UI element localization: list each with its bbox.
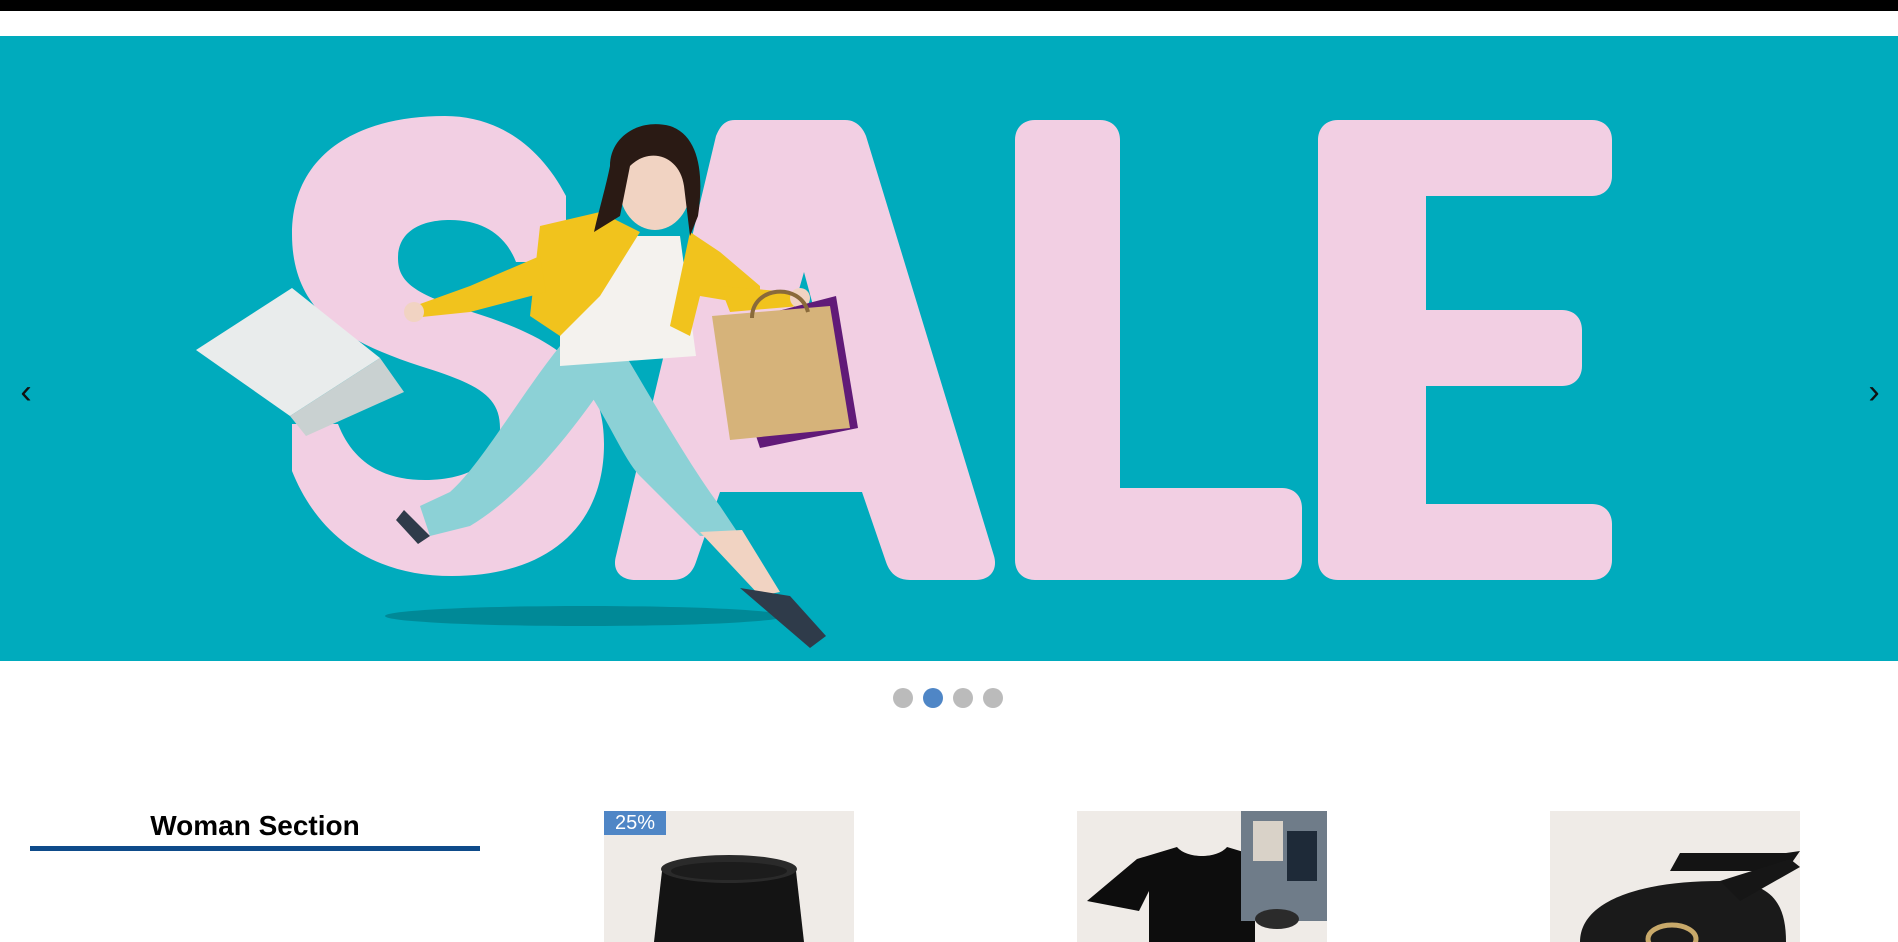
black-tshirt-icon	[1087, 811, 1327, 942]
top-bar	[0, 0, 1898, 11]
woman-section-header: Woman Section	[30, 808, 480, 851]
kraft-bag	[712, 289, 858, 448]
section-title: Woman Section	[150, 810, 360, 841]
product-card-tshirt[interactable]	[1077, 811, 1327, 942]
carousel-dot-2[interactable]	[923, 688, 943, 708]
product-card-hat[interactable]: 25%	[604, 811, 854, 942]
carousel-prev-button[interactable]: ‹	[6, 372, 46, 412]
product-card-belt[interactable]	[1550, 811, 1800, 942]
black-belt-icon	[1580, 851, 1800, 942]
carousel-dot-1[interactable]	[893, 688, 913, 708]
carousel-dot-4[interactable]	[983, 688, 1003, 708]
carousel-dot-3[interactable]	[953, 688, 973, 708]
section-underline	[30, 846, 480, 851]
carousel-indicators	[893, 688, 1003, 708]
hero-carousel: ‹ ›	[0, 36, 1898, 661]
discount-badge: 25%	[604, 811, 666, 835]
carousel-next-button[interactable]: ›	[1854, 372, 1894, 412]
sale-banner-image	[196, 116, 1612, 648]
